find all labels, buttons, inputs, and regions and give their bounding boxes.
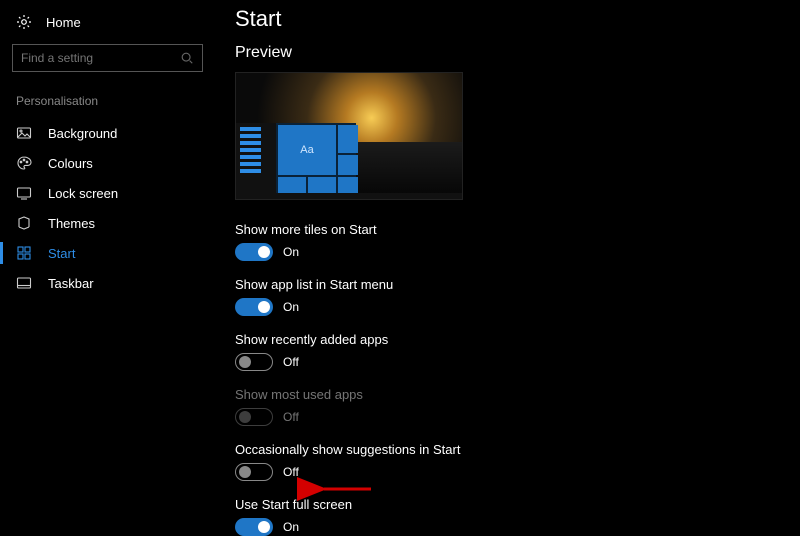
toggle-switch[interactable] <box>235 518 273 536</box>
start-icon <box>16 245 32 261</box>
picture-icon <box>16 125 32 141</box>
section-header: Personalisation <box>0 90 215 118</box>
sidebar-item-background[interactable]: Background <box>0 118 215 148</box>
setting-label: Show more tiles on Start <box>235 222 800 237</box>
toggle-switch[interactable] <box>235 353 273 371</box>
preview-heading: Preview <box>235 44 800 62</box>
themes-icon <box>16 215 32 231</box>
lock-screen-icon <box>16 185 32 201</box>
sidebar-item-taskbar[interactable]: Taskbar <box>0 268 215 298</box>
start-preview: Aa <box>235 72 463 200</box>
setting-row: Show app list in Start menu On <box>235 277 800 316</box>
sidebar-item-themes[interactable]: Themes <box>0 208 215 238</box>
toggle-state-label: On <box>283 245 299 259</box>
setting-label: Show most used apps <box>235 387 800 402</box>
setting-label: Occasionally show suggestions in Start <box>235 442 800 457</box>
taskbar-icon <box>16 275 32 291</box>
sidebar-item-label: Taskbar <box>48 276 94 291</box>
gear-icon <box>16 14 32 30</box>
search-icon <box>180 51 194 65</box>
setting-label: Show recently added apps <box>235 332 800 347</box>
sidebar-item-label: Background <box>48 126 117 141</box>
toggle-switch[interactable] <box>235 243 273 261</box>
setting-label: Show app list in Start menu <box>235 277 800 292</box>
setting-row: Occasionally show suggestions in Start Of… <box>235 442 800 481</box>
sidebar: Home Personalisation Background Colours <box>0 0 215 500</box>
toggle-switch[interactable] <box>235 463 273 481</box>
page-title: Start <box>235 6 800 32</box>
sidebar-item-label: Colours <box>48 156 93 171</box>
home-label: Home <box>46 15 81 30</box>
preview-tile-big: Aa <box>278 125 336 175</box>
main-panel: Start Preview Aa Show more tiles on Star… <box>215 0 800 500</box>
setting-label: Use Start full screen <box>235 497 800 512</box>
search-input-wrapper[interactable] <box>12 44 203 72</box>
sidebar-item-start[interactable]: Start <box>0 238 215 268</box>
search-input[interactable] <box>21 51 180 65</box>
sidebar-item-label: Lock screen <box>48 186 118 201</box>
toggle-state-label: On <box>283 520 299 534</box>
sidebar-item-label: Themes <box>48 216 95 231</box>
setting-row: Show most used apps Off <box>235 387 800 426</box>
toggle-state-label: Off <box>283 410 299 424</box>
setting-row: Show recently added apps Off <box>235 332 800 371</box>
setting-row: Use Start full screen On <box>235 497 800 536</box>
toggle-state-label: On <box>283 300 299 314</box>
sidebar-item-colours[interactable]: Colours <box>0 148 215 178</box>
toggle-switch <box>235 408 273 426</box>
setting-row: Show more tiles on Start On <box>235 222 800 261</box>
toggle-state-label: Off <box>283 355 299 369</box>
toggle-state-label: Off <box>283 465 299 479</box>
toggle-switch[interactable] <box>235 298 273 316</box>
sidebar-item-label: Start <box>48 246 75 261</box>
home-button[interactable]: Home <box>0 8 215 40</box>
palette-icon <box>16 155 32 171</box>
sidebar-item-lock-screen[interactable]: Lock screen <box>0 178 215 208</box>
